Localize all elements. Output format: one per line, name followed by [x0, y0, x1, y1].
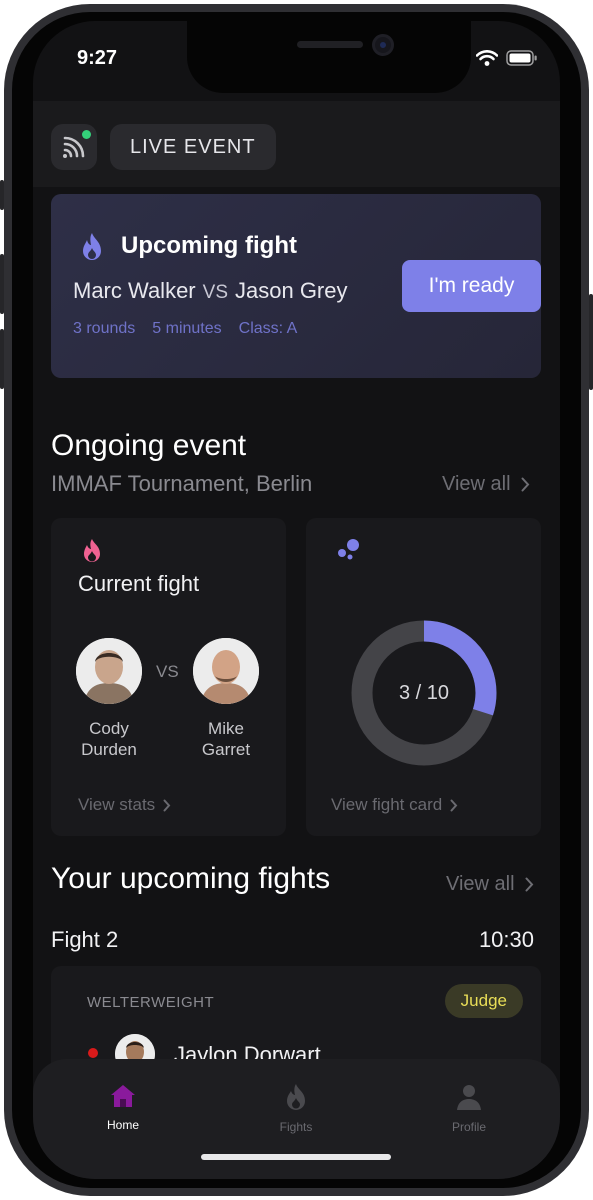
view-stats-label: View stats — [78, 795, 156, 814]
ongoing-view-all-link[interactable]: View all — [442, 473, 530, 496]
fighter-last-name: Garret — [201, 740, 251, 759]
ongoing-event-subtitle: IMMAF Tournament, Berlin — [51, 471, 313, 496]
view-stats-link[interactable]: View stats — [78, 795, 171, 815]
battery-icon — [506, 50, 537, 66]
current-fight-panel[interactable]: Current fight Cody Durden VS Mike Garret… — [51, 518, 286, 836]
tab-home[interactable]: Home — [83, 1083, 163, 1132]
home-icon — [111, 1085, 135, 1107]
tab-profile[interactable]: Profile — [429, 1083, 509, 1134]
fight-progress-donut: 3 / 10 — [350, 619, 498, 767]
top-bar: LIVE EVENT — [33, 101, 560, 187]
bubbles-icon — [338, 539, 359, 560]
view-fight-card-link[interactable]: View fight card — [331, 795, 458, 815]
home-indicator — [201, 1154, 391, 1160]
fighter-name: Mike Garret — [186, 718, 266, 760]
upcoming-fight-matchup: Marc Walker VS Jason Grey — [73, 278, 348, 304]
speaker — [297, 41, 363, 48]
chevron-right-icon — [163, 799, 171, 811]
tab-fights-label: Fights — [279, 1120, 313, 1134]
fighter-name: Cody Durden — [69, 718, 149, 760]
cast-button[interactable] — [51, 124, 97, 170]
vs-label: VS — [156, 662, 179, 681]
volume-down-button — [0, 329, 4, 389]
current-fight-title: Current fight — [78, 571, 200, 596]
app-screen: 9:27 LIVE EVENT Upcoming fight Marc Walk… — [33, 21, 560, 1179]
fighter-b-name: Jason Grey — [235, 278, 348, 303]
upcoming-fight-title: Upcoming fight — [121, 232, 297, 259]
ongoing-event-title: Ongoing event — [51, 429, 247, 462]
chevron-right-icon — [450, 799, 458, 811]
tab-profile-label: Profile — [451, 1120, 486, 1134]
live-indicator-dot — [82, 130, 91, 139]
fighter-first-name: Cody — [89, 719, 129, 738]
vs-label: VS — [202, 282, 228, 303]
wifi-icon — [476, 50, 498, 66]
im-ready-button[interactable]: I'm ready — [402, 260, 541, 312]
fight-time: 10:30 — [478, 927, 534, 952]
fight-card-panel[interactable]: 3 / 10 View fight card — [306, 518, 541, 836]
live-event-pill[interactable]: LIVE EVENT — [110, 124, 276, 170]
flame-icon — [84, 539, 100, 562]
mute-switch — [0, 180, 4, 210]
tab-fights[interactable]: Fights — [256, 1083, 336, 1134]
fighter-cody-durden[interactable]: Cody Durden — [69, 638, 149, 760]
rounds-label: 3 rounds — [73, 320, 136, 337]
power-button — [589, 294, 593, 390]
chevron-right-icon — [521, 477, 529, 492]
weight-class-label: WELTERWEIGHT — [87, 994, 215, 1011]
corner-indicator-dot — [88, 1048, 98, 1058]
volume-up-button — [0, 254, 4, 314]
fighter-mike-garret[interactable]: Mike Garret — [186, 638, 266, 760]
progress-label: 3 / 10 — [398, 681, 450, 704]
fight-number: Fight 2 — [51, 927, 119, 952]
status-time: 9:27 — [77, 47, 118, 69]
upcoming-view-all-link[interactable]: View all — [446, 873, 534, 896]
class-label: Class: A — [238, 320, 298, 337]
fight-meta: 3 rounds 5 minutes Class: A — [73, 320, 297, 338]
front-camera — [372, 34, 394, 56]
flame-icon — [287, 1084, 305, 1110]
avatar — [76, 638, 142, 704]
fighter-first-name: Mike — [208, 719, 244, 738]
profile-icon — [457, 1085, 481, 1110]
your-upcoming-fights-title: Your upcoming fights — [51, 862, 331, 895]
view-all-label: View all — [446, 873, 515, 895]
role-badge: Judge — [444, 984, 523, 1018]
fighter-last-name: Durden — [81, 740, 137, 759]
upcoming-fight-card[interactable]: Upcoming fight Marc Walker VS Jason Grey 3… — [51, 194, 541, 378]
view-all-label: View all — [442, 473, 511, 495]
view-fight-card-label: View fight card — [331, 795, 443, 814]
notch — [187, 21, 471, 93]
avatar — [193, 638, 259, 704]
flame-icon — [83, 233, 101, 260]
chevron-right-icon — [525, 877, 533, 892]
fighter-a-name: Marc Walker — [73, 278, 196, 303]
tab-bar: Home Fights Profile — [33, 1059, 560, 1179]
duration-label: 5 minutes — [152, 320, 222, 337]
tab-home-label: Home — [106, 1118, 139, 1132]
